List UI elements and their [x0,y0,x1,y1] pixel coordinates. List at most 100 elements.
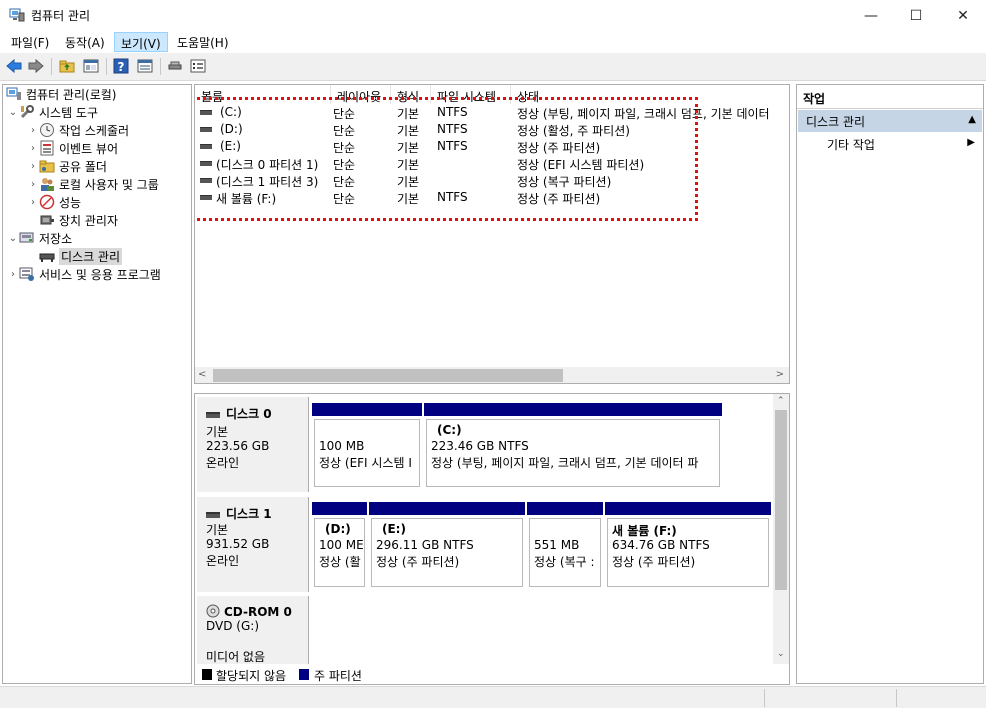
horizontal-scrollbar[interactable]: < > [195,367,789,383]
actions-group-disk-management[interactable]: 디스크 관리 ▲ [798,110,982,132]
chevron-right-icon[interactable]: › [27,161,39,172]
tree-item-event-viewer[interactable]: › 이벤트 뷰어 [27,139,118,157]
disk-1-label[interactable]: 디스크 1 기본 931.52 GB 온라인 [197,497,309,592]
tree-item-local-users[interactable]: › 로컬 사용자 및 그룹 [27,175,159,193]
menu-file[interactable]: 파일(F) [5,32,55,52]
disk-size: 931.52 GB [206,537,270,551]
maximize-icon: ☐ [909,7,923,24]
computer-management-icon [6,86,22,102]
view-button[interactable] [136,57,156,76]
event-viewer-icon [39,140,55,156]
tools-icon [19,104,35,120]
storage-icon [19,230,35,246]
scroll-down-icon[interactable]: ⌄ [777,649,785,659]
partition-status: 정상 (주 파티션) [376,555,460,569]
actions-title: 작업 [803,92,826,106]
legend-swatch-unallocated [202,669,212,680]
tree-item-performance[interactable]: › 성능 [27,193,81,211]
tree-item-services[interactable]: › 서비스 및 응용 프로그램 [7,265,161,283]
chevron-right-icon[interactable]: › [27,197,39,208]
chevron-down-icon[interactable]: ⌄ [7,107,19,118]
menu-view[interactable]: 보기(V) [114,32,168,52]
disk-state: 온라인 [206,456,240,470]
menu-help[interactable]: 도움말(H) [171,32,235,52]
disk-0-label[interactable]: 디스크 0 기본 223.56 GB 온라인 [197,397,309,492]
view-icon [137,59,153,73]
partition-c[interactable]: (C:) 223.46 GB NTFS 정상 (부팅, 페이지 파일, 크래시 … [424,403,722,489]
highlight-annotation-box [195,97,698,221]
back-button[interactable] [5,57,25,76]
partition-status: 정상 (활 [319,555,361,569]
help-icon: ? [113,58,129,74]
forward-icon [28,58,44,74]
scrollbar-thumb[interactable] [775,410,787,590]
chevron-right-icon[interactable]: › [7,269,19,280]
status-divider [764,689,765,707]
back-icon [6,58,22,74]
partition-f[interactable]: 새 볼륨 (F:) 634.76 GB NTFS 정상 (주 파티션) [605,502,771,589]
tree-item-shared-folders[interactable]: › 공유 폴더 [27,157,107,175]
toolbar-separator [160,58,161,75]
properties-button[interactable] [189,57,209,76]
tree-label: 컴퓨터 관리(로컬) [26,87,117,102]
disk-state: 온라인 [206,554,240,568]
toolbar-separator [51,58,52,75]
partition-body: (D:) 100 ME 정상 (활 [314,518,365,587]
up-folder-icon [59,60,75,73]
disk-map: 디스크 0 기본 223.56 GB 온라인 100 MB 정상 (EFI 시스… [194,393,790,685]
minimize-icon: — [864,7,878,24]
chevron-right-icon[interactable]: › [27,179,39,190]
up-folder-button[interactable] [58,57,78,76]
title-bar: 컴퓨터 관리 — ☐ ✕ [0,0,986,31]
scroll-left-icon[interactable]: < [198,369,206,380]
partition-bar [605,502,771,515]
menu-action[interactable]: 동작(A) [59,32,111,52]
tree-item-storage[interactable]: ⌄ 저장소 [7,229,72,247]
vertical-scrollbar[interactable]: ⌃ ⌄ [773,394,789,664]
partition-e[interactable]: (E:) 296.11 GB NTFS 정상 (주 파티션) [369,502,525,589]
submenu-arrow-icon[interactable]: ▶ [967,137,975,148]
more-actions-item[interactable]: 기타 작업 [827,136,875,153]
help-button[interactable]: ? [112,57,132,76]
maximize-button[interactable]: ☐ [893,0,939,31]
partition-size: 100 ME [319,538,364,552]
partition-efi[interactable]: 100 MB 정상 (EFI 시스템 I [312,403,422,489]
chevron-right-icon[interactable]: › [27,125,39,136]
tree-label: 저장소 [39,231,73,246]
close-button[interactable]: ✕ [940,0,986,31]
legend-label-primary: 주 파티션 [314,669,362,683]
scroll-up-icon[interactable]: ⌃ [777,396,785,406]
partition-recovery[interactable]: 551 MB 정상 (복구 : [527,502,603,589]
tree-item-disk-management[interactable]: 디스크 관리 [39,247,123,265]
toolbar: ? [0,53,986,81]
scrollbar-thumb[interactable] [213,369,563,382]
cdrom-label[interactable]: CD-ROM 0 DVD (G:) 미디어 없음 [197,596,309,664]
forward-button[interactable] [27,57,47,76]
partition-status: 정상 (부팅, 페이지 파일, 크래시 덤프, 기본 데이터 파 [431,456,699,470]
tree-item-device-manager[interactable]: 장치 관리자 [39,211,118,229]
show-hide-tree-icon [83,59,99,73]
partition-d[interactable]: (D:) 100 ME 정상 (활 [312,502,367,589]
connect-button[interactable] [166,57,186,76]
partition-name: 새 볼륨 (F:) [612,524,677,538]
tree-item-task-scheduler[interactable]: › 작업 스케줄러 [27,121,129,139]
tree-item-system-tools[interactable]: ⌄ 시스템 도구 [7,103,98,121]
tree-label: 공유 폴더 [59,159,107,174]
services-icon [19,266,35,282]
partition-size: 100 MB [319,439,365,453]
partition-body: 새 볼륨 (F:) 634.76 GB NTFS 정상 (주 파티션) [607,518,769,587]
scroll-right-icon[interactable]: > [776,369,784,380]
partition-bar [527,502,603,515]
show-hide-tree-button[interactable] [82,57,102,76]
chevron-right-icon[interactable]: › [27,143,39,154]
partition-size: 551 MB [534,538,580,552]
partition-bar [312,502,367,515]
partition-name: (C:) [437,423,462,437]
chevron-down-icon[interactable]: ⌄ [7,233,19,244]
users-icon [39,176,55,192]
partition-bar [312,403,422,416]
collapse-up-icon[interactable]: ▲ [968,114,976,125]
minimize-button[interactable]: — [848,0,894,31]
volume-list: 볼륨 레이아웃 형식 파일 시스템 상태 (C:) 단순 기본 NTFS 정상 … [194,84,790,384]
tree-item-root[interactable]: 컴퓨터 관리(로컬) [6,85,116,103]
